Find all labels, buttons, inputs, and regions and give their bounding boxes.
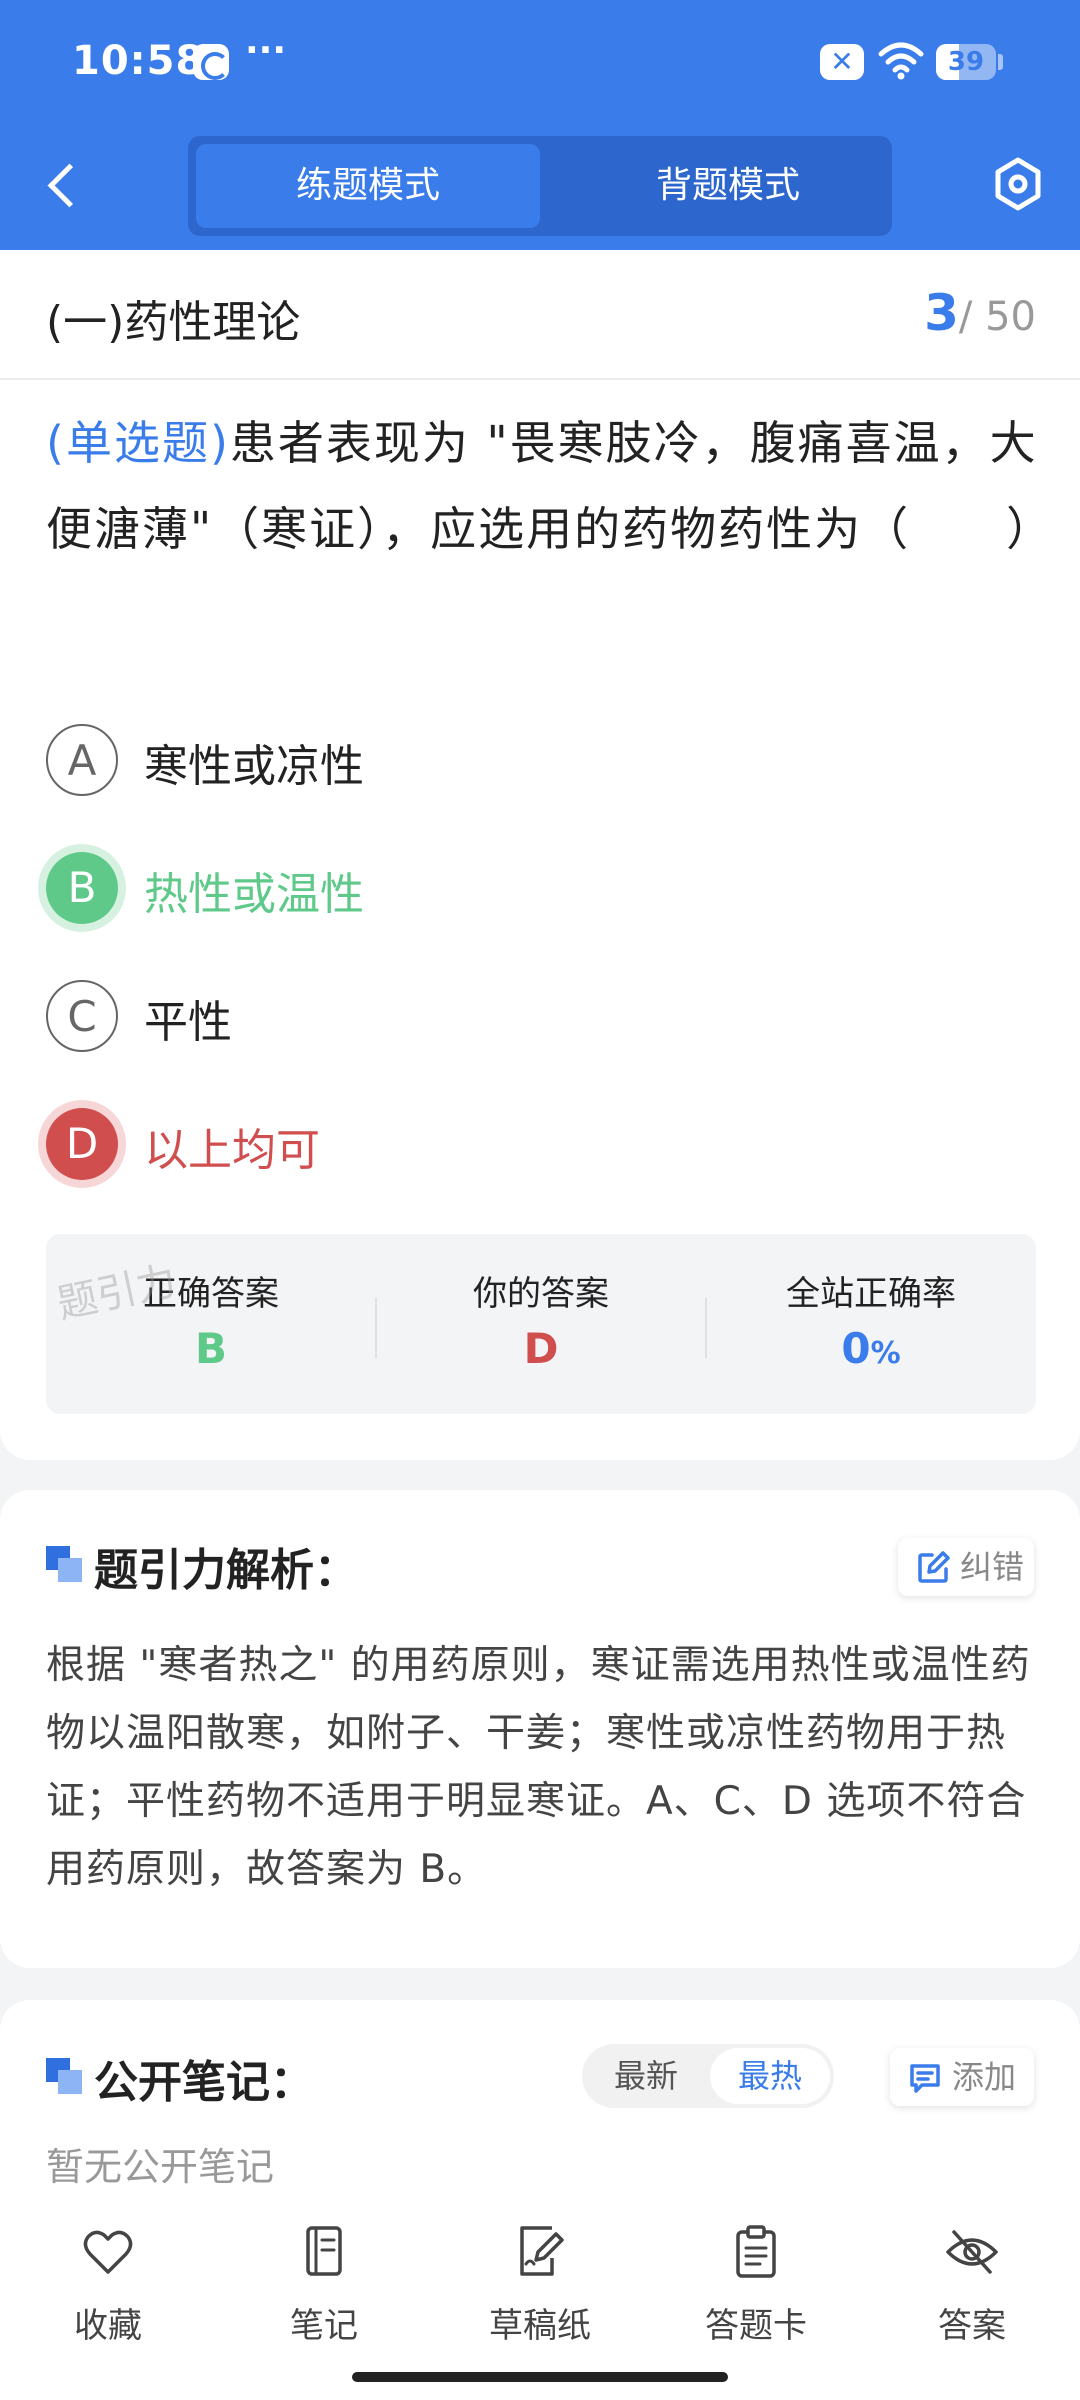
- option-letter: B: [46, 852, 118, 924]
- report-error-button[interactable]: 纠错: [898, 1538, 1034, 1596]
- app-notification-icon: [193, 44, 229, 80]
- notes-label: 笔记: [290, 2306, 358, 2346]
- option-b[interactable]: B 热性或温性: [46, 842, 946, 932]
- heart-icon: [83, 2230, 133, 2274]
- sort-latest[interactable]: 最新: [586, 2048, 706, 2104]
- option-text: 平性: [144, 997, 232, 1048]
- notebook-icon: [306, 2226, 342, 2276]
- bottom-toolbar: 收藏 笔记 草稿纸 答题卡 答案: [0, 2200, 1080, 2400]
- site-accuracy-unit: %: [870, 1336, 901, 1371]
- analysis-card: 题引力解析： 纠错 根据 "寒者热之" 的用药原则，寒证需选用热性或温性药物以温…: [0, 1490, 1080, 1968]
- your-answer-label: 你的答案: [473, 1274, 609, 1314]
- current-question-number: 3: [924, 284, 959, 342]
- favorite-button[interactable]: 收藏: [28, 2224, 188, 2354]
- home-indicator: [352, 2372, 728, 2382]
- favorite-label: 收藏: [74, 2306, 142, 2346]
- total-questions: / 50: [958, 294, 1036, 340]
- battery-level: 39: [947, 47, 985, 77]
- analysis-text: 根据 "寒者热之" 的用药原则，寒证需选用热性或温性药物以温阳散寒，如附子、干姜…: [46, 1643, 1031, 1892]
- tab-memorize-mode[interactable]: 背题模式: [556, 144, 900, 228]
- option-text: 寒性或凉性: [144, 741, 364, 792]
- correct-answer-value: B: [194, 1324, 227, 1373]
- more-notifications-icon: ···: [245, 30, 287, 71]
- eye-off-icon: [946, 2230, 998, 2274]
- edit-icon: [918, 1551, 950, 1583]
- tab-practice-mode[interactable]: 练题模式: [196, 144, 540, 228]
- your-answer-value: D: [523, 1324, 559, 1373]
- draft-paper-button[interactable]: 草稿纸: [460, 2224, 620, 2354]
- section-marker-icon: [46, 2058, 82, 2094]
- option-text: 以上均可: [144, 1125, 320, 1176]
- report-error-label: 纠错: [960, 1548, 1025, 1586]
- comment-icon: [910, 2064, 940, 2093]
- battery-icon: 39: [936, 44, 996, 80]
- option-d[interactable]: D 以上均可: [46, 1098, 946, 1188]
- status-time: 10:58: [72, 38, 205, 84]
- question-type: (单选题): [46, 416, 230, 470]
- option-c[interactable]: C 平性: [46, 970, 946, 1060]
- section-marker-icon: [46, 1546, 82, 1582]
- show-answer-button[interactable]: 答案: [892, 2224, 1052, 2354]
- notes-sort-toggle: 最新 最热: [582, 2044, 834, 2108]
- your-answer: 你的答案 D: [376, 1234, 706, 1414]
- option-letter: D: [46, 1108, 118, 1180]
- app-header: 10:58 ··· ✕ 39 练题模式 背题模式: [0, 0, 1080, 250]
- settings-button[interactable]: [988, 152, 1048, 216]
- draft-paper-label: 草稿纸: [489, 2306, 591, 2346]
- answer-sheet-button[interactable]: 答题卡: [676, 2224, 836, 2354]
- option-letter: A: [46, 724, 118, 796]
- option-letter: C: [46, 980, 118, 1052]
- question-progress: 3/ 50: [924, 284, 1036, 342]
- option-text: 热性或温性: [144, 869, 364, 920]
- site-accuracy-number: 0: [841, 1324, 871, 1373]
- site-accuracy-value: 0%: [706, 1324, 1036, 1373]
- show-answer-label: 答案: [938, 2306, 1006, 2346]
- answer-summary: 正确答案 B 你的答案 D 全站正确率 0%: [46, 1234, 1036, 1414]
- status-bar: 10:58 ··· ✕ 39: [0, 0, 1080, 120]
- clipboard-icon: [736, 2225, 776, 2278]
- add-note-button[interactable]: 添加: [890, 2048, 1034, 2106]
- notes-button[interactable]: 笔记: [244, 2224, 404, 2354]
- correct-answer: 正确答案 B: [46, 1234, 376, 1414]
- answer-sheet-label: 答题卡: [705, 2306, 807, 2346]
- silent-icon: ✕: [820, 44, 864, 80]
- site-accuracy: 全站正确率 0%: [706, 1234, 1036, 1414]
- back-button[interactable]: [40, 152, 88, 216]
- section-header: (一)药性理论 3/ 50: [0, 250, 1080, 380]
- mode-switch: 练题模式 背题模式: [188, 136, 892, 236]
- draft-icon: [520, 2226, 564, 2276]
- settings-icon: [995, 157, 1041, 211]
- wifi-icon: [878, 42, 924, 80]
- sort-hot[interactable]: 最热: [710, 2048, 830, 2104]
- empty-notes-text: 暂无公开笔记: [46, 2145, 275, 2189]
- question-card: (一)药性理论 3/ 50 (单选题)患者表现为 "畏寒肢冷，腹痛喜温，大便溏薄…: [0, 250, 1080, 1460]
- notes-title: 公开笔记：: [94, 2057, 314, 2108]
- option-a[interactable]: A 寒性或凉性: [46, 714, 946, 804]
- section-title: (一)药性理论: [46, 297, 301, 348]
- site-accuracy-label: 全站正确率: [786, 1274, 956, 1314]
- add-note-label: 添加: [952, 2058, 1017, 2096]
- analysis-title: 题引力解析：: [94, 1545, 358, 1596]
- question-text: (单选题)患者表现为 "畏寒肢冷，腹痛喜温，大便溏薄"（寒证），应选用的药物药性…: [46, 400, 1052, 572]
